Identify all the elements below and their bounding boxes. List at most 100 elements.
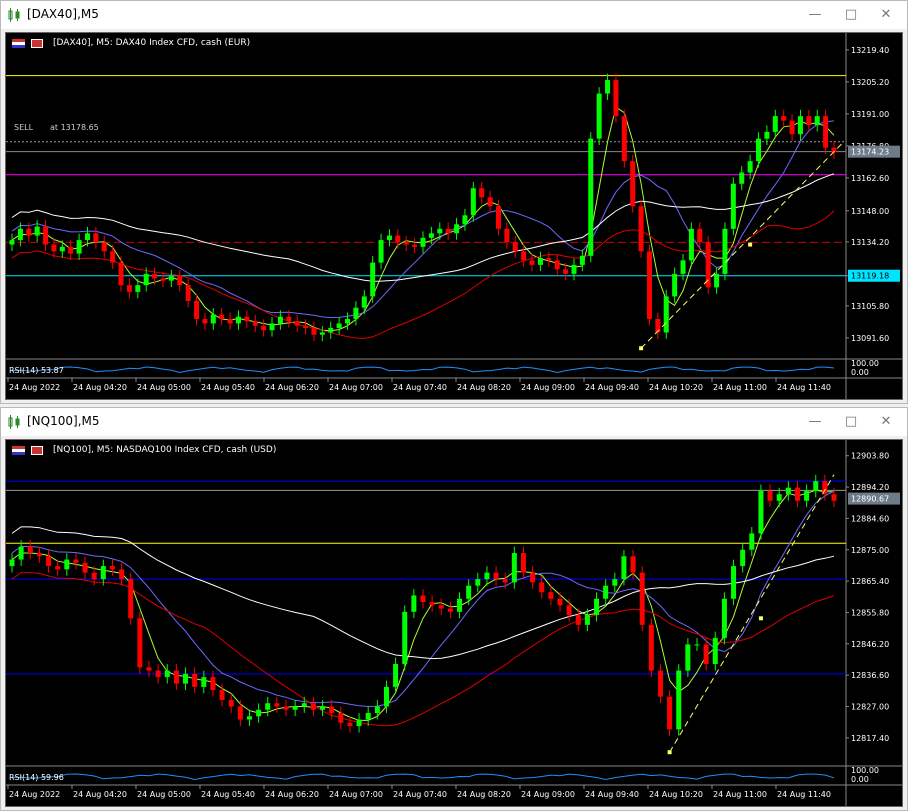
one-click-icon[interactable]: [31, 446, 43, 455]
candle-body: [192, 673, 198, 687]
time-label: 24 Aug 09:00: [521, 383, 575, 392]
candle-body: [596, 93, 602, 139]
minimize-icon[interactable]: —: [807, 414, 823, 430]
one-click-icon[interactable]: [31, 39, 43, 48]
candle-body: [378, 240, 384, 263]
candle-body: [529, 260, 535, 265]
price-chart-nq[interactable]: 12903.80 12894.20 12884.60 12875.00 12865.40…: [6, 440, 902, 806]
candle-body: [361, 296, 367, 308]
candle-body: [265, 703, 271, 710]
chart-area[interactable]: 12903.80 12894.20 12884.60 12875.00 12865.40…: [5, 439, 903, 807]
candle-body: [219, 690, 225, 700]
candle-body: [84, 233, 90, 241]
candle-body: [283, 706, 289, 710]
candle-body: [756, 138, 762, 162]
candle-body: [277, 316, 283, 324]
candle-body: [244, 316, 250, 322]
ma-slow-line: [11, 173, 835, 282]
time-label: 24 Aug 05:40: [201, 790, 255, 799]
candle-body: [137, 618, 143, 668]
candle-body: [462, 215, 468, 225]
candle-body: [584, 615, 590, 625]
chart-window-nq[interactable]: [NQ100],M5 — □ ✕ 12903.80 12894.20 12884.6…: [0, 407, 908, 811]
current-price-text: 13174.23: [851, 148, 889, 157]
candle-body: [776, 494, 782, 501]
price-label: 12865.40: [851, 577, 889, 586]
candle-body: [703, 644, 709, 665]
trendline-anchor: [667, 750, 672, 755]
candle-body: [504, 228, 510, 243]
candle-body: [146, 667, 152, 671]
rsi-line: [11, 366, 835, 374]
rsi-label: RSI(14) 53.87: [9, 366, 64, 375]
maximize-icon[interactable]: □: [843, 7, 859, 23]
candle-body: [36, 553, 42, 557]
maximize-icon[interactable]: □: [843, 414, 859, 430]
window-titlebar[interactable]: [NQ100],M5 — □ ✕: [1, 408, 907, 436]
candle-body: [722, 228, 728, 274]
close-icon[interactable]: ✕: [878, 414, 894, 430]
candle-body: [365, 713, 371, 720]
window-title: [DAX40],M5: [27, 7, 99, 21]
price-label: 13162.60: [851, 174, 889, 183]
candle-body: [563, 269, 569, 274]
current-price-text: 12890.67: [851, 495, 889, 504]
time-label: 24 Aug 11:00: [713, 790, 767, 799]
price-chart-dax[interactable]: 13219.4013205.2013191.0013176.8013162.60…: [6, 33, 902, 399]
candle-body: [781, 116, 787, 121]
time-label: 24 Aug 07:40: [393, 383, 447, 392]
candle-body: [511, 553, 517, 583]
window-title: [NQ100],M5: [27, 414, 100, 428]
candle-body: [118, 262, 124, 286]
candle-body: [612, 579, 618, 586]
candle-body: [412, 244, 418, 247]
candle-body: [160, 278, 166, 281]
time-label: 24 Aug 11:40: [777, 383, 831, 392]
time-label: 24 Aug 07:00: [329, 790, 383, 799]
candle-body: [256, 709, 262, 717]
candle-body: [126, 285, 132, 292]
price-label: 12894.20: [851, 483, 889, 492]
level-price-text: 13119.18: [851, 272, 889, 281]
time-label: 24 Aug 09:40: [585, 790, 639, 799]
time-label: 24 Aug 08:20: [457, 790, 511, 799]
candle-body: [814, 116, 820, 126]
candle-body: [168, 276, 174, 281]
time-label: 24 Aug 07:00: [329, 383, 383, 392]
candle-body: [502, 579, 508, 583]
candle-body: [794, 487, 800, 501]
candle-body: [183, 673, 189, 684]
price-label: 12817.40: [851, 734, 889, 743]
minimize-icon[interactable]: —: [807, 7, 823, 23]
time-label: 24 Aug 06:20: [265, 790, 319, 799]
candle-body: [721, 598, 727, 638]
time-label: 24 Aug 06:20: [265, 383, 319, 392]
candle-body: [173, 670, 179, 684]
candle-body: [714, 273, 720, 288]
window-titlebar[interactable]: [DAX40],M5 — □ ✕: [1, 1, 907, 29]
time-label: 24 Aug 07:40: [393, 790, 447, 799]
candle-body: [747, 161, 753, 173]
candle-body: [475, 579, 481, 586]
candle-body: [76, 240, 82, 254]
price-label: 13191.00: [851, 110, 889, 119]
candle-body: [804, 490, 810, 501]
candle-body: [286, 316, 292, 322]
candle-body: [329, 706, 335, 714]
candle-body: [110, 251, 116, 263]
candle-body: [767, 490, 773, 501]
candle-body: [646, 251, 652, 319]
candle-body: [648, 624, 654, 671]
candle-body: [73, 559, 79, 563]
candle-body: [345, 318, 351, 324]
chart-window-dax[interactable]: [DAX40],M5 — □ ✕ 13219.40 13205.20 13191.0…: [0, 0, 908, 404]
candle-body: [657, 670, 663, 697]
time-label: 24 Aug 09:40: [585, 383, 639, 392]
candle-body: [630, 556, 636, 573]
candle-body: [164, 670, 170, 678]
close-icon[interactable]: ✕: [878, 7, 894, 23]
chart-area[interactable]: 13219.4013205.2013191.0013176.8013162.60…: [5, 32, 903, 400]
price-label: 13205.20: [851, 78, 889, 87]
candle-body: [237, 706, 243, 720]
candle-body: [403, 242, 409, 245]
